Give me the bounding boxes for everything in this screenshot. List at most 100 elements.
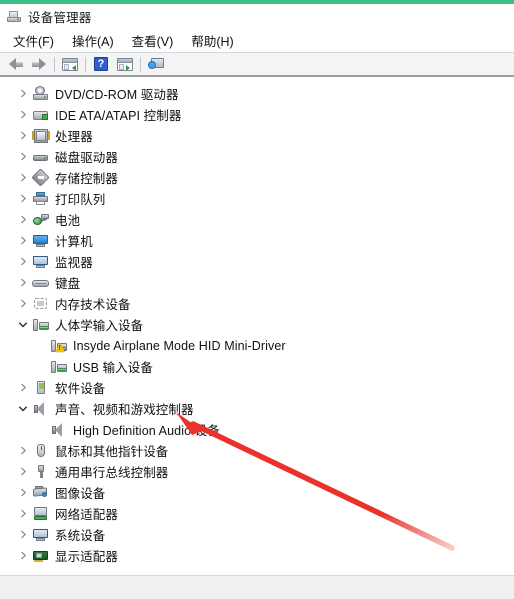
disk-drive-icon (32, 149, 50, 165)
title-bar: 设备管理器 (0, 4, 514, 29)
back-button[interactable] (3, 54, 27, 74)
tree-node-universal-serial-bus-controllers[interactable]: 通用串行总线控制器 (0, 461, 514, 482)
toolbar-divider (54, 56, 55, 72)
tree-node-mice-and-other-pointing-devices[interactable]: 鼠标和其他指针设备 (0, 440, 514, 461)
tree-node-batteries[interactable]: 电池 (0, 209, 514, 230)
tree-node-monitors[interactable]: 监视器 (0, 251, 514, 272)
tree-node-memory-technology-devices[interactable]: 内存技术设备 (0, 293, 514, 314)
tree-node-usb-input-device[interactable]: USB 输入设备 (0, 356, 514, 377)
storage-controller-icon (31, 167, 50, 187)
update-driver-button[interactable] (113, 54, 137, 74)
hid-icon (32, 317, 50, 333)
tree-node-label: 内存技术设备 (55, 298, 131, 312)
tree-node-storage-controllers[interactable]: 存储控制器 (0, 167, 514, 188)
computer-icon (6, 9, 22, 25)
tree-node-software-devices[interactable]: 软件设备 (0, 377, 514, 398)
ide-controller-icon (32, 107, 50, 123)
tree-node-label: 监视器 (55, 256, 93, 270)
chevron-right-icon[interactable] (14, 209, 32, 230)
tree-node-display-adapters[interactable]: 显示适配器 (0, 545, 514, 566)
memory-device-icon (32, 296, 50, 312)
chevron-right-icon[interactable] (14, 545, 32, 566)
mouse-icon (32, 443, 50, 459)
battery-icon (32, 212, 50, 228)
system-device-icon (32, 527, 50, 543)
scan-computer-icon (147, 57, 165, 71)
tree-node-label: 存储控制器 (55, 172, 119, 186)
tree-node-computer[interactable]: 计算机 (0, 230, 514, 251)
tree-node-label: 显示适配器 (55, 550, 119, 564)
print-queue-icon (32, 191, 50, 207)
menu-action[interactable]: 操作(A) (63, 29, 123, 53)
chevron-right-icon[interactable] (14, 482, 32, 503)
help-button[interactable]: ? (89, 54, 113, 74)
tree-node-label: IDE ATA/ATAPI 控制器 (55, 109, 182, 123)
chevron-right-icon[interactable] (14, 440, 32, 461)
tree-node-dvd-cdrom[interactable]: DVD/CD-ROM 驱动器 (0, 83, 514, 104)
arrow-left-icon (8, 58, 23, 70)
usb-controller-icon (32, 464, 50, 480)
menu-file[interactable]: 文件(F) (4, 29, 63, 53)
device-tree[interactable]: DVD/CD-ROM 驱动器 IDE ATA/ATAPI 控制器 处理器 磁盘驱… (0, 77, 514, 575)
tree-node-insyde-airplane-mode-hid-mini-driver[interactable]: Insyde Airplane Mode HID Mini-Driver (0, 335, 514, 356)
update-window-icon (117, 57, 133, 71)
software-device-icon (32, 380, 50, 396)
speaker-icon (32, 401, 50, 417)
forward-button[interactable] (27, 54, 51, 74)
chevron-right-icon[interactable] (14, 125, 32, 146)
chevron-right-icon[interactable] (14, 293, 32, 314)
tree-node-sound-video-game-controllers[interactable]: 声音、视频和游戏控制器 (0, 398, 514, 419)
chevron-right-icon[interactable] (14, 167, 32, 188)
network-adapter-icon (32, 506, 50, 522)
chevron-right-icon[interactable] (14, 83, 32, 104)
tree-node-label: High Definition Audio 设备 (73, 424, 220, 438)
warning-badge-icon (55, 342, 65, 352)
chevron-right-icon[interactable] (14, 146, 32, 167)
imaging-device-icon (32, 485, 50, 501)
tree-node-label: USB 输入设备 (73, 361, 153, 375)
properties-window-icon (62, 57, 78, 71)
display-adapter-icon (32, 548, 50, 564)
chevron-right-icon[interactable] (14, 377, 32, 398)
tree-node-label: 声音、视频和游戏控制器 (55, 403, 194, 417)
menu-help[interactable]: 帮助(H) (182, 29, 242, 53)
chevron-down-icon[interactable] (14, 314, 32, 335)
tree-node-human-interface-devices[interactable]: 人体学输入设备 (0, 314, 514, 335)
tree-node-label: 人体学输入设备 (55, 319, 144, 333)
hid-icon (50, 359, 68, 375)
tree-node-keyboards[interactable]: 键盘 (0, 272, 514, 293)
tree-node-label: 软件设备 (55, 382, 106, 396)
tree-node-system-devices[interactable]: 系统设备 (0, 524, 514, 545)
processor-icon (32, 128, 50, 144)
chevron-right-icon[interactable] (14, 230, 32, 251)
tree-node-processor[interactable]: 处理器 (0, 125, 514, 146)
chevron-right-icon[interactable] (14, 524, 32, 545)
chevron-right-icon[interactable] (14, 251, 32, 272)
chevron-right-icon[interactable] (14, 104, 32, 125)
dvd-drive-icon (32, 85, 50, 102)
tree-node-ide-controller[interactable]: IDE ATA/ATAPI 控制器 (0, 104, 514, 125)
tree-node-high-definition-audio-device[interactable]: High Definition Audio 设备 (0, 419, 514, 440)
tree-node-label: 鼠标和其他指针设备 (55, 445, 169, 459)
chevron-right-icon[interactable] (14, 188, 32, 209)
chevron-right-icon[interactable] (14, 503, 32, 524)
tree-node-label: 磁盘驱动器 (55, 151, 119, 165)
scan-hardware-changes-button[interactable] (144, 54, 168, 74)
tree-node-label: 打印队列 (55, 193, 106, 207)
properties-button[interactable] (58, 54, 82, 74)
tree-node-label: DVD/CD-ROM 驱动器 (55, 88, 179, 102)
chevron-right-icon[interactable] (14, 461, 32, 482)
arrow-right-icon (31, 58, 47, 70)
tree-node-disk-drives[interactable]: 磁盘驱动器 (0, 146, 514, 167)
tree-node-print-queues[interactable]: 打印队列 (0, 188, 514, 209)
menu-bar: 文件(F) 操作(A) 查看(V) 帮助(H) (0, 29, 514, 52)
chevron-right-icon[interactable] (14, 272, 32, 293)
status-bar (0, 575, 514, 599)
monitor-icon (32, 254, 50, 270)
tree-node-imaging-devices[interactable]: 图像设备 (0, 482, 514, 503)
chevron-down-icon[interactable] (14, 398, 32, 419)
toolbar: ? (0, 53, 514, 75)
tree-node-network-adapters[interactable]: 网络适配器 (0, 503, 514, 524)
menu-view[interactable]: 查看(V) (123, 29, 183, 53)
tree-node-label: Insyde Airplane Mode HID Mini-Driver (73, 338, 286, 353)
